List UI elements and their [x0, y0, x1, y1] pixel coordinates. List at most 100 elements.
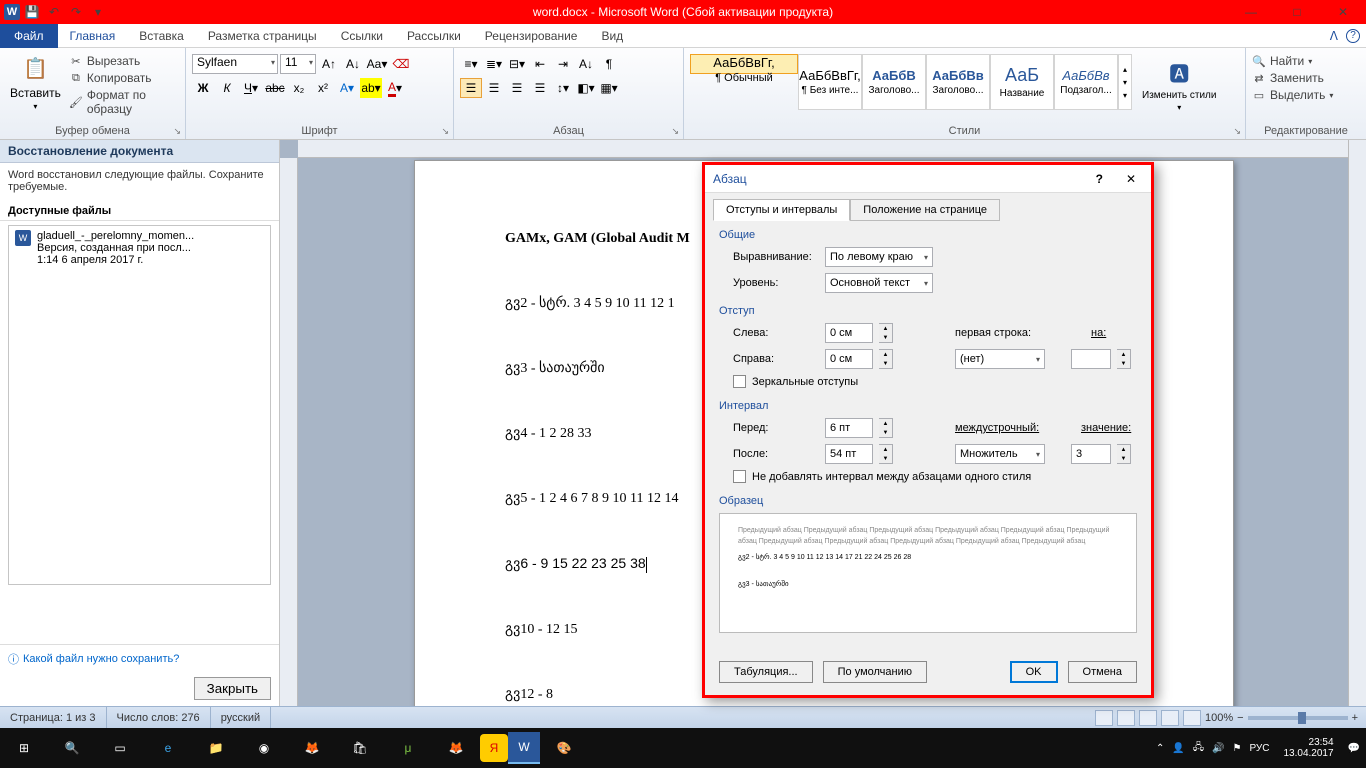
indent-left-input[interactable]: 0 см — [825, 323, 873, 343]
word-taskbar-icon[interactable]: W — [508, 732, 540, 764]
explorer-icon[interactable]: 📁 — [192, 728, 240, 768]
increase-indent-icon[interactable]: ⇥ — [552, 54, 574, 74]
view-web-icon[interactable] — [1139, 710, 1157, 726]
spinner[interactable]: ▲▼ — [879, 349, 893, 369]
recovery-item[interactable]: W gladuell_-_perelomny_momen... Версия, … — [9, 226, 270, 270]
recovery-close-button[interactable]: Закрыть — [194, 677, 271, 700]
vertical-ruler[interactable] — [280, 158, 298, 706]
edge-icon[interactable]: e — [144, 728, 192, 768]
align-center-icon[interactable]: ☰ — [483, 78, 505, 98]
tab-references[interactable]: Ссылки — [329, 25, 395, 47]
tabs-button[interactable]: Табуляция... — [719, 661, 813, 683]
show-marks-icon[interactable]: ¶ — [598, 54, 620, 74]
status-lang[interactable]: русский — [211, 707, 271, 728]
file-tab[interactable]: Файл — [0, 24, 58, 48]
torrent-icon[interactable]: μ — [384, 728, 432, 768]
space-before-input[interactable]: 6 пт — [825, 418, 873, 438]
clear-format-icon[interactable]: ⌫ — [390, 54, 412, 74]
tray-lang[interactable]: РУС — [1249, 743, 1269, 754]
zoom-slider[interactable] — [1248, 716, 1348, 720]
recovery-help-link[interactable]: ⓘКакой файл нужно сохранить? — [8, 651, 179, 667]
outline-level-select[interactable]: Основной текст▾ — [825, 273, 933, 293]
zoom-out-icon[interactable]: − — [1237, 712, 1243, 724]
find-button[interactable]: 🔍Найти▾ — [1252, 54, 1312, 68]
select-button[interactable]: ▭Выделить▾ — [1252, 88, 1333, 102]
style-title[interactable]: АаБНазвание — [990, 54, 1054, 110]
multilevel-list-icon[interactable]: ⊟▾ — [506, 54, 528, 74]
highlight-icon[interactable]: ab▾ — [360, 78, 382, 98]
change-styles-button[interactable]: 🅰 Изменить стили ▾ — [1138, 54, 1220, 114]
zoom-value[interactable]: 100% — [1205, 712, 1233, 724]
start-button[interactable]: ⊞ — [0, 728, 48, 768]
font-name-select[interactable]: Sylfaen▾ — [192, 54, 278, 74]
line-spacing-icon[interactable]: ↕▾ — [552, 78, 574, 98]
recovery-list[interactable]: W gladuell_-_perelomny_momen... Версия, … — [8, 225, 271, 585]
bold-button[interactable]: Ж — [192, 78, 214, 98]
styles-more-button[interactable]: ▴▾▾ — [1118, 54, 1132, 110]
status-words[interactable]: Число слов: 276 — [107, 707, 211, 728]
tab-review[interactable]: Рецензирование — [473, 25, 590, 47]
maximize-button[interactable]: □ — [1274, 0, 1320, 24]
store-icon[interactable]: 🛍 — [336, 728, 384, 768]
borders-icon[interactable]: ▦▾ — [598, 78, 620, 98]
view-outline-icon[interactable] — [1161, 710, 1179, 726]
cancel-button[interactable]: Отмена — [1068, 661, 1137, 683]
close-button[interactable]: ✕ — [1320, 0, 1366, 24]
space-after-input[interactable]: 54 пт — [825, 444, 873, 464]
dialog-help-icon[interactable]: ? — [1096, 172, 1103, 186]
style-subtitle[interactable]: АаБбВвПодзагол... — [1054, 54, 1118, 110]
style-nospacing[interactable]: АаБбВвГг,¶ Без инте... — [798, 54, 862, 110]
decrease-indent-icon[interactable]: ⇤ — [529, 54, 551, 74]
copy-button[interactable]: ⧉Копировать — [69, 71, 179, 85]
view-print-icon[interactable] — [1095, 710, 1113, 726]
qat-more-icon[interactable]: ▾ — [88, 2, 108, 22]
help-icon[interactable]: ? — [1346, 29, 1360, 43]
change-case-icon[interactable]: Aa▾ — [366, 54, 388, 74]
save-icon[interactable]: 💾 — [22, 2, 42, 22]
subscript-button[interactable]: x₂ — [288, 78, 310, 98]
tab-layout[interactable]: Разметка страницы — [196, 25, 329, 47]
paint-icon[interactable]: 🎨 — [540, 728, 588, 768]
dialog-tab-position[interactable]: Положение на странице — [850, 199, 1000, 221]
task-view-icon[interactable]: ▭ — [96, 728, 144, 768]
styles-launcher-icon[interactable]: ↘ — [1233, 126, 1241, 137]
font-size-select[interactable]: 11▾ — [280, 54, 316, 74]
format-painter-button[interactable]: 🖌Формат по образцу — [69, 88, 179, 116]
firefox-icon[interactable]: 🦊 — [432, 728, 480, 768]
style-heading1[interactable]: АаБбВЗаголово... — [862, 54, 926, 110]
undo-icon[interactable]: ↶ — [44, 2, 64, 22]
chrome-icon[interactable]: ◉ — [240, 728, 288, 768]
spinner[interactable]: ▲▼ — [1117, 349, 1131, 369]
tray-notifications-icon[interactable]: 💬 — [1348, 743, 1360, 754]
tray-flag-icon[interactable]: ⚑ — [1232, 743, 1241, 754]
style-heading2[interactable]: АаБбВвЗаголово... — [926, 54, 990, 110]
tab-view[interactable]: Вид — [589, 25, 635, 47]
default-button[interactable]: По умолчанию — [823, 661, 927, 683]
yandex-icon[interactable]: Я — [480, 734, 508, 762]
tray-network-icon[interactable]: 🖧 — [1193, 740, 1204, 757]
view-draft-icon[interactable] — [1183, 710, 1201, 726]
sort-icon[interactable]: A↓ — [575, 54, 597, 74]
first-line-by-input[interactable] — [1071, 349, 1111, 369]
line-spacing-value-input[interactable]: 3 — [1071, 444, 1111, 464]
paragraph-launcher-icon[interactable]: ↘ — [671, 126, 679, 137]
replace-button[interactable]: ⇄Заменить — [1252, 71, 1324, 85]
shrink-font-icon[interactable]: A↓ — [342, 54, 364, 74]
no-space-same-style-checkbox[interactable] — [733, 470, 746, 483]
horizontal-ruler[interactable] — [298, 140, 1366, 158]
zoom-in-icon[interactable]: + — [1352, 712, 1358, 724]
underline-button[interactable]: Ч▾ — [240, 78, 262, 98]
font-launcher-icon[interactable]: ↘ — [441, 126, 449, 137]
align-justify-icon[interactable]: ☰ — [529, 78, 551, 98]
dialog-tab-indents[interactable]: Отступы и интервалы — [713, 199, 850, 221]
grow-font-icon[interactable]: A↑ — [318, 54, 340, 74]
indent-right-input[interactable]: 0 см — [825, 349, 873, 369]
ok-button[interactable]: OK — [1010, 661, 1058, 683]
line-spacing-select[interactable]: Множитель▾ — [955, 444, 1045, 464]
font-color-icon[interactable]: A▾ — [384, 78, 406, 98]
view-read-icon[interactable] — [1117, 710, 1135, 726]
style-normal[interactable]: АаБбВвГг,¶ Обычный — [690, 54, 798, 74]
app-icon[interactable]: 🦊 — [288, 728, 336, 768]
tray-people-icon[interactable]: 👤 — [1172, 743, 1184, 754]
ribbon-minimize-icon[interactable]: ᐱ — [1330, 29, 1338, 43]
